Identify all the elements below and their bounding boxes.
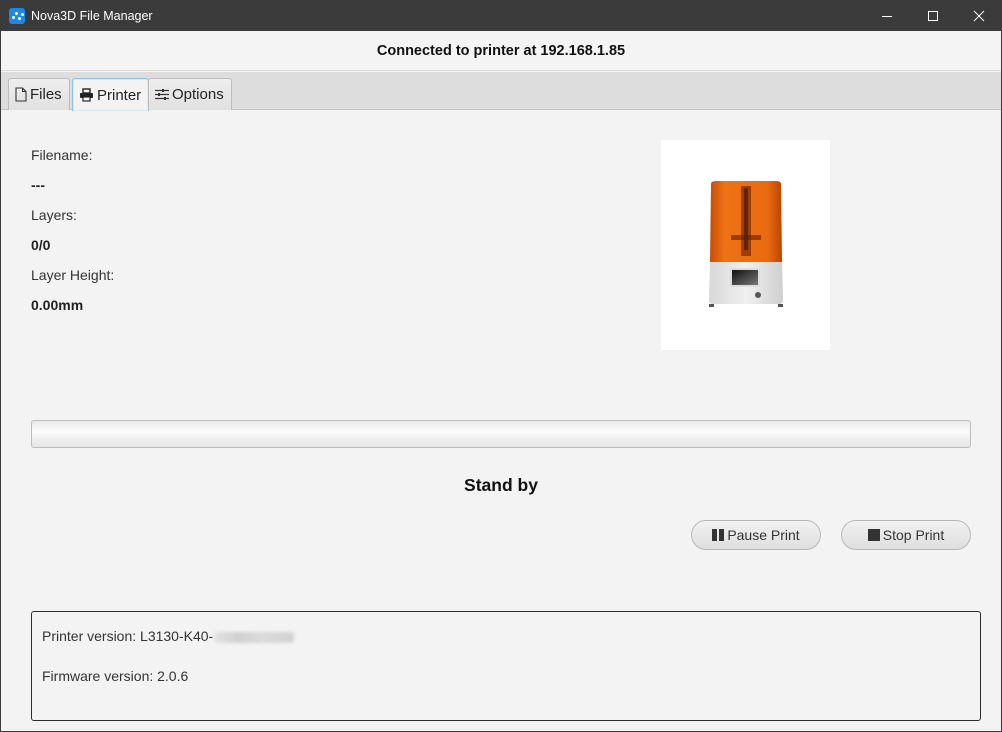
pause-print-button[interactable]: Pause Print: [691, 520, 821, 550]
filename-value: ---: [31, 177, 45, 193]
printer-illustration: [709, 181, 783, 307]
stop-icon: [867, 529, 880, 541]
pause-icon: [712, 529, 725, 541]
tab-files[interactable]: Files: [8, 78, 70, 110]
tab-printer[interactable]: Printer: [72, 78, 150, 111]
maximize-icon: [928, 10, 938, 21]
close-icon: [973, 10, 985, 21]
tab-label: Options: [172, 86, 224, 103]
print-status: Stand by: [464, 475, 538, 495]
tab-label: Printer: [97, 86, 142, 104]
minimize-button[interactable]: [864, 0, 910, 31]
firmware-version: Firmware version: 2.0.6: [42, 668, 189, 684]
minimize-icon: [882, 15, 892, 17]
print-progress-bar: [31, 420, 971, 448]
window-title: Nova3D File Manager: [31, 8, 153, 23]
main-window: Connected to printer at 192.168.1.85 Fil…: [1, 31, 1001, 731]
layers-label: Layers:: [31, 207, 77, 223]
printer-icon: [79, 88, 94, 102]
tab-strip: Files Printer Options: [1, 72, 1001, 111]
window-controls: [864, 0, 1002, 31]
tab-options[interactable]: Options: [148, 78, 232, 110]
stop-print-label: Stop Print: [882, 527, 945, 543]
pause-print-label: Pause Print: [727, 527, 800, 543]
nova3d-logo-icon: [9, 7, 25, 24]
layer-height-value: 0.00mm: [31, 297, 84, 313]
connection-status: Connected to printer at 192.168.1.85: [376, 42, 626, 59]
close-button[interactable]: [956, 0, 1002, 31]
file-icon: [15, 87, 27, 102]
connection-header: Connected to printer at 192.168.1.85: [1, 31, 1001, 71]
stop-print-button[interactable]: Stop Print: [841, 520, 971, 550]
printer-version-text: Printer version: L3130-K40-: [42, 628, 214, 644]
sliders-icon: [155, 88, 169, 101]
filename-label: Filename:: [31, 147, 93, 163]
layers-value: 0/0: [31, 237, 51, 253]
redacted-serial: [214, 631, 295, 643]
printer-version: Printer version: L3130-K40-: [42, 628, 295, 644]
maximize-button[interactable]: [910, 0, 956, 31]
printer-image: [661, 140, 830, 350]
title-bar: Nova3D File Manager: [0, 0, 1002, 31]
layer-height-label: Layer Height:: [31, 267, 115, 283]
tab-label: Files: [30, 86, 62, 103]
version-info-panel: Printer version: L3130-K40- Firmware ver…: [31, 611, 981, 721]
